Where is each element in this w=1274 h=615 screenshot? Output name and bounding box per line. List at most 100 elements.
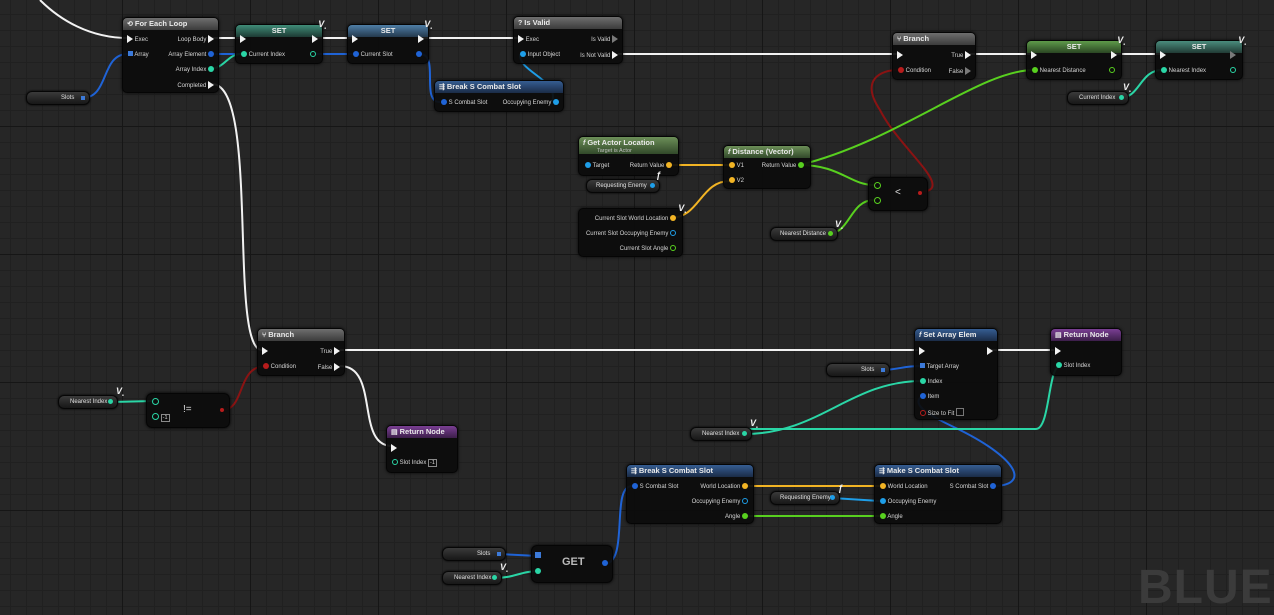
- return-node-2[interactable]: ▤ Return Node Slot Index: [1050, 328, 1122, 376]
- true-pin[interactable]: True: [320, 347, 340, 356]
- return-value-pin[interactable]: Return Value: [762, 162, 804, 170]
- angle-pin[interactable]: Angle: [725, 513, 748, 521]
- nearest-index-out-pin[interactable]: [1230, 67, 1236, 75]
- world-location-pin[interactable]: Current Slot World Location: [595, 215, 676, 223]
- index-pin[interactable]: [535, 568, 541, 576]
- exec-input-pin[interactable]: [1031, 51, 1037, 60]
- target-array-pin[interactable]: Target Array: [920, 363, 959, 371]
- not-equal-node[interactable]: -1 !=: [146, 393, 230, 428]
- combat-slot-input-pin[interactable]: S Combat Slot: [632, 483, 678, 491]
- completed-pin[interactable]: Completed: [177, 81, 214, 90]
- target-pin[interactable]: Target: [585, 162, 609, 170]
- angle-pin[interactable]: Angle: [880, 513, 903, 521]
- combat-slot-output-pin[interactable]: S Combat Slot: [950, 483, 996, 491]
- current-slot-getter-node[interactable]: V• Current Slot World Location Current S…: [578, 203, 686, 257]
- a-pin[interactable]: [152, 398, 159, 407]
- return-value-pin[interactable]: Return Value: [630, 162, 672, 170]
- array-get-node[interactable]: GET: [531, 545, 613, 583]
- exec-output-pin[interactable]: [1230, 51, 1236, 60]
- break-combat-slot-node-2[interactable]: ⇶ Break S Combat Slot S Combat Slot World…: [626, 464, 754, 524]
- occupying-enemy-pin[interactable]: Occupying Enemy: [692, 498, 748, 506]
- loop-body-pin[interactable]: Loop Body: [178, 35, 214, 44]
- requesting-enemy-variable-2[interactable]: Requesting Enemy: [770, 491, 840, 505]
- current-slot-pin[interactable]: Current Slot: [353, 51, 393, 59]
- exec-input-pin[interactable]: [897, 51, 903, 60]
- occupying-enemy-pin[interactable]: Occupying Enemy: [503, 99, 559, 107]
- current-slot-out-pin[interactable]: [416, 51, 422, 59]
- size-to-fit-checkbox[interactable]: [956, 408, 965, 416]
- v1-pin[interactable]: V1: [729, 162, 744, 170]
- set-array-elem-node[interactable]: f Set Array Elem Target Array Index Item …: [914, 328, 998, 420]
- combat-slot-input-pin[interactable]: S Combat Slot: [441, 99, 487, 107]
- false-pin[interactable]: False: [318, 363, 340, 372]
- exec-input-pin[interactable]: Exec: [518, 35, 539, 44]
- get-actor-location-node[interactable]: f Get Actor Location Target is Actor Targe…: [578, 136, 679, 176]
- slot-index-pin[interactable]: Slot Index -1: [392, 459, 437, 467]
- is-valid-pin[interactable]: Is Valid: [591, 35, 618, 44]
- current-index-out-pin[interactable]: [310, 51, 316, 59]
- b-pin[interactable]: [874, 197, 881, 206]
- set-nearest-index-node[interactable]: SET V• Nearest Index: [1155, 35, 1246, 80]
- false-pin[interactable]: False: [949, 67, 971, 76]
- branch-node-2[interactable]: ⑂ Branch True Condition False: [257, 328, 345, 376]
- is-not-valid-pin[interactable]: Is Not Valid: [580, 51, 618, 60]
- input-object-pin[interactable]: Input Object: [520, 51, 560, 59]
- v2-pin[interactable]: V2: [729, 177, 744, 185]
- exec-input-pin[interactable]: [391, 444, 397, 453]
- exec-input-pin[interactable]: [1160, 51, 1166, 60]
- current-index-variable[interactable]: Current Index: [1067, 91, 1129, 105]
- exec-input-pin[interactable]: [1055, 347, 1061, 356]
- branch-node[interactable]: ⑂ Branch True Condition False: [892, 32, 976, 80]
- angle-pin[interactable]: Current Slot Angle: [620, 245, 676, 253]
- b-pin[interactable]: -1: [152, 413, 170, 422]
- nearest-index-pin[interactable]: Nearest Index: [1161, 67, 1206, 75]
- current-index-pin[interactable]: Current Index: [241, 51, 285, 59]
- condition-pin[interactable]: Condition: [898, 67, 931, 75]
- value-field[interactable]: -1: [160, 414, 170, 422]
- array-input-pin[interactable]: Array: [128, 51, 149, 59]
- nearest-index-variable-2[interactable]: Nearest Index: [690, 427, 752, 441]
- exec-input-pin[interactable]: [919, 347, 925, 356]
- slots-variable-3[interactable]: Slots: [442, 547, 506, 561]
- exec-input-pin[interactable]: Exec: [127, 35, 148, 44]
- exec-output-pin[interactable]: [312, 35, 318, 44]
- slot-index-pin[interactable]: Slot Index: [1056, 362, 1090, 370]
- nearest-distance-variable[interactable]: Nearest Distance: [770, 227, 838, 241]
- break-combat-slot-node[interactable]: ⇶ Break S Combat Slot S Combat Slot Occup…: [434, 80, 564, 112]
- world-location-pin[interactable]: World Location: [700, 483, 748, 491]
- array-index-pin[interactable]: Array Index: [176, 66, 214, 74]
- world-location-pin[interactable]: World Location: [880, 483, 928, 491]
- nearest-distance-out-pin[interactable]: [1109, 67, 1115, 75]
- return-node[interactable]: ▤ Return Node Slot Index -1: [386, 425, 458, 473]
- occupying-enemy-pin[interactable]: Occupying Enemy: [880, 498, 936, 506]
- occupying-enemy-pin[interactable]: Current Slot Occupying Enemy: [586, 230, 676, 238]
- set-current-slot-node[interactable]: SET V• Current Slot: [347, 19, 432, 64]
- result-pin[interactable]: [918, 189, 922, 197]
- array-element-pin[interactable]: Array Element: [168, 51, 214, 59]
- distance-vector-node[interactable]: f Distance (Vector) V1 Return Value V2: [723, 145, 811, 189]
- slots-variable-2[interactable]: Slots: [826, 363, 890, 377]
- set-current-index-node[interactable]: SET V• Current Index: [235, 19, 326, 64]
- exec-input-pin[interactable]: [240, 35, 246, 44]
- result-pin[interactable]: [602, 560, 608, 568]
- exec-output-pin[interactable]: [1111, 51, 1117, 60]
- set-nearest-distance-node[interactable]: SET V• Nearest Distance: [1026, 35, 1125, 80]
- value-field[interactable]: -1: [428, 459, 437, 467]
- for-each-loop-node[interactable]: ⟲ For Each Loop Exec Loop Body Array Arra…: [122, 17, 219, 93]
- index-pin[interactable]: Index: [920, 378, 942, 386]
- condition-pin[interactable]: Condition: [263, 363, 296, 371]
- exec-output-pin[interactable]: [987, 347, 993, 356]
- a-pin[interactable]: [874, 182, 881, 191]
- nearest-index-variable[interactable]: Nearest Index: [58, 395, 118, 409]
- is-valid-node[interactable]: ? Is Valid Exec Is Valid Input Object Is …: [513, 16, 623, 64]
- result-pin[interactable]: [220, 406, 224, 414]
- exec-input-pin[interactable]: [262, 347, 268, 356]
- array-input-pin[interactable]: [535, 552, 541, 561]
- less-than-node[interactable]: <: [868, 177, 928, 211]
- size-to-fit-pin[interactable]: Size to Fit: [920, 408, 965, 418]
- exec-output-pin[interactable]: [418, 35, 424, 44]
- true-pin[interactable]: True: [951, 51, 971, 60]
- slots-variable[interactable]: Slots: [26, 91, 90, 105]
- item-pin[interactable]: Item: [920, 393, 939, 401]
- requesting-enemy-variable[interactable]: Requesting Enemy: [586, 179, 660, 193]
